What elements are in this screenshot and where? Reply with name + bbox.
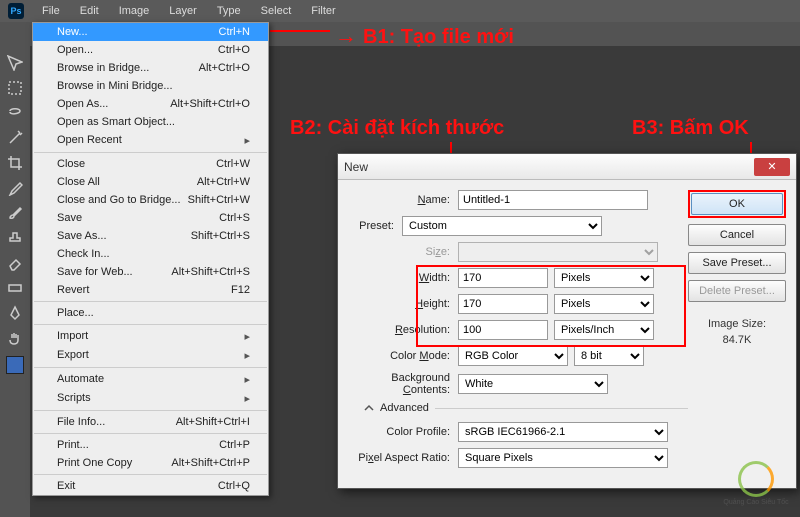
ok-button[interactable]: OK [691, 193, 783, 215]
close-icon[interactable]: ✕ [754, 158, 790, 176]
menu-print[interactable]: Print...Ctrl+P [33, 436, 268, 454]
menu-file[interactable]: File [32, 0, 70, 22]
marquee-tool-icon[interactable] [3, 76, 27, 100]
crop-tool-icon[interactable] [3, 151, 27, 175]
cancel-button[interactable]: Cancel [688, 224, 786, 246]
bg-contents-select[interactable]: White [458, 374, 608, 394]
menu-place[interactable]: Place... [33, 304, 268, 322]
annotation-box-ok: OK [688, 190, 786, 218]
tools-panel [0, 46, 30, 517]
menu-open-smart[interactable]: Open as Smart Object... [33, 113, 268, 131]
color-profile-select[interactable]: sRGB IEC61966-2.1 [458, 422, 668, 442]
annotation-arrow-b1 [270, 30, 330, 32]
preset-select[interactable]: Custom [402, 216, 602, 236]
menubar: Ps File Edit Image Layer Type Select Fil… [0, 0, 800, 22]
menu-browse-mini-bridge[interactable]: Browse in Mini Bridge... [33, 77, 268, 95]
brush-tool-icon[interactable] [3, 201, 27, 225]
dialog-titlebar[interactable]: New ✕ [338, 154, 796, 180]
menu-save[interactable]: SaveCtrl+S [33, 209, 268, 227]
eraser-tool-icon[interactable] [3, 251, 27, 275]
gradient-tool-icon[interactable] [3, 276, 27, 300]
menu-close-all[interactable]: Close AllAlt+Ctrl+W [33, 173, 268, 191]
stamp-tool-icon[interactable] [3, 226, 27, 250]
eyedropper-tool-icon[interactable] [3, 176, 27, 200]
menu-filter[interactable]: Filter [301, 0, 345, 22]
pixel-aspect-label: Pixel Aspect Ratio: [348, 452, 458, 464]
move-tool-icon[interactable] [3, 51, 27, 75]
menu-edit[interactable]: Edit [70, 0, 109, 22]
menu-open-as[interactable]: Open As...Alt+Shift+Ctrl+O [33, 95, 268, 113]
menu-close[interactable]: CloseCtrl+W [33, 155, 268, 173]
watermark-logo: Quảng Cáo Siêu Tốc [718, 455, 794, 511]
color-mode-label: Color Mode: [348, 350, 458, 362]
bit-depth-select[interactable]: 8 bit [574, 346, 644, 366]
annotation-b2: B2: Cài đặt kích thước [290, 117, 504, 140]
menu-save-as[interactable]: Save As...Shift+Ctrl+S [33, 227, 268, 245]
wand-tool-icon[interactable] [3, 126, 27, 150]
menu-open[interactable]: Open...Ctrl+O [33, 41, 268, 59]
menu-import[interactable]: Import▸ [33, 327, 268, 346]
chevron-up-icon [364, 403, 374, 413]
menu-new[interactable]: New...Ctrl+N [33, 23, 268, 41]
pen-tool-icon[interactable] [3, 301, 27, 325]
file-menu-dropdown: New...Ctrl+N Open...Ctrl+O Browse in Bri… [32, 22, 269, 496]
preset-label: Preset: [348, 220, 402, 232]
annotation-box-dimensions [416, 265, 686, 347]
delete-preset-button: Delete Preset... [688, 280, 786, 302]
menu-select[interactable]: Select [251, 0, 302, 22]
size-label: Size: [348, 246, 458, 258]
annotation-b1: B1: Tạo file mới [335, 23, 514, 49]
color-profile-label: Color Profile: [348, 426, 458, 438]
menu-scripts[interactable]: Scripts▸ [33, 389, 268, 408]
advanced-toggle[interactable]: Advanced [364, 402, 688, 414]
new-dialog: New ✕ Name: Preset: Custom Size: Width: [337, 153, 797, 489]
photoshop-logo-icon: Ps [8, 3, 24, 19]
swirl-icon [738, 461, 774, 497]
menu-export[interactable]: Export▸ [33, 346, 268, 365]
foreground-color-swatch[interactable] [6, 356, 24, 374]
menu-check-in[interactable]: Check In... [33, 245, 268, 263]
menu-print-one[interactable]: Print One CopyAlt+Shift+Ctrl+P [33, 454, 268, 472]
menu-type[interactable]: Type [207, 0, 251, 22]
menu-browse-bridge[interactable]: Browse in Bridge...Alt+Ctrl+O [33, 59, 268, 77]
menu-close-bridge[interactable]: Close and Go to Bridge...Shift+Ctrl+W [33, 191, 268, 209]
bg-contents-label: Background Contents: [348, 372, 458, 396]
menu-image[interactable]: Image [109, 0, 160, 22]
name-label: Name: [348, 194, 458, 206]
menu-save-web[interactable]: Save for Web...Alt+Shift+Ctrl+S [33, 263, 268, 281]
size-select [458, 242, 658, 262]
lasso-tool-icon[interactable] [3, 101, 27, 125]
pixel-aspect-select[interactable]: Square Pixels [458, 448, 668, 468]
annotation-b3: B3: Bấm OK [632, 117, 749, 140]
dialog-title: New [344, 160, 754, 174]
menu-revert[interactable]: RevertF12 [33, 281, 268, 299]
menu-open-recent[interactable]: Open Recent▸ [33, 131, 268, 150]
name-input[interactable] [458, 190, 648, 210]
save-preset-button[interactable]: Save Preset... [688, 252, 786, 274]
color-mode-select[interactable]: RGB Color [458, 346, 568, 366]
menu-exit[interactable]: ExitCtrl+Q [33, 477, 268, 495]
menu-file-info[interactable]: File Info...Alt+Shift+Ctrl+I [33, 413, 268, 431]
menu-layer[interactable]: Layer [159, 0, 207, 22]
image-size-label: Image Size: 84.7K [688, 318, 786, 346]
hand-tool-icon[interactable] [3, 326, 27, 350]
menu-automate[interactable]: Automate▸ [33, 370, 268, 389]
